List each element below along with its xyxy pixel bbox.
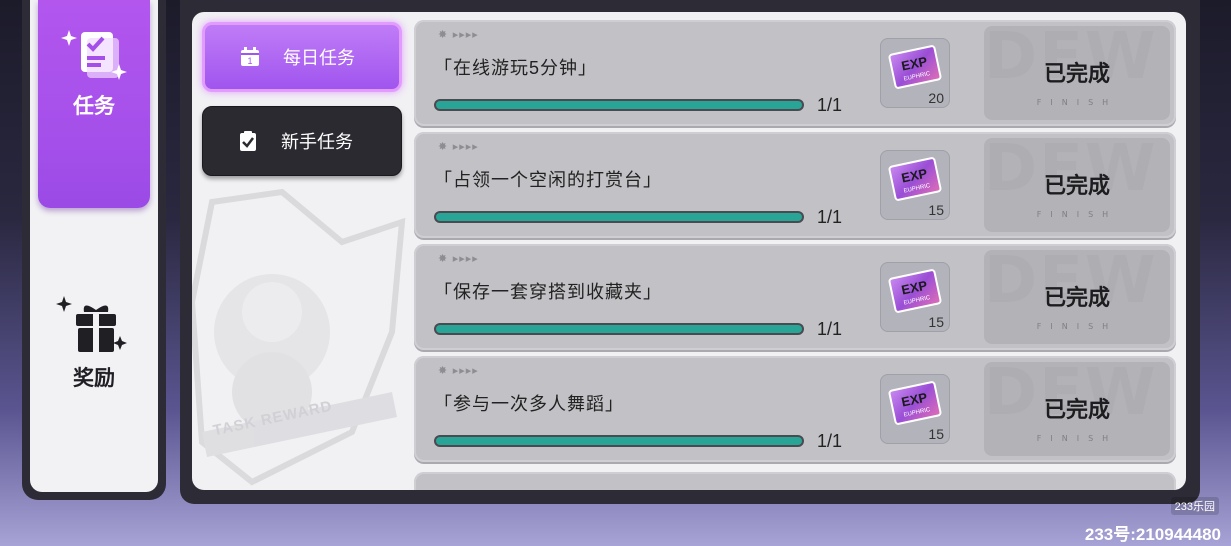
progress-text: 1/1: [817, 95, 843, 115]
completed-label: 已完成: [1043, 173, 1110, 198]
completed-label: 已完成: [1043, 61, 1110, 86]
exp-ticket-icon: EXP EUPHRIC: [888, 381, 942, 425]
reward-item[interactable]: EXP EUPHRIC 20: [880, 38, 950, 108]
sidebar-item-label: 任务: [73, 95, 115, 118]
clipboard-check-icon: [240, 131, 256, 151]
task-card: ✸ ▸▸▸▸ 「占领一个空闲的打赏台」 1/1 EXP EUPHRIC 15 D…: [414, 132, 1176, 238]
reward-count: 15: [928, 202, 944, 218]
progress-text: 1/1: [817, 207, 843, 227]
progress-bar: [434, 323, 804, 335]
tab-label: 新手任务: [281, 132, 353, 152]
sidebar-panel: 任务 奖励: [30, 0, 158, 492]
completed-button[interactable]: DEW 已完成 FINISH: [984, 250, 1170, 344]
task-card: ✸ ▸▸▸▸ 「保存一套穿搭到收藏夹」 1/1 EXP EUPHRIC 15 D…: [414, 244, 1176, 350]
reward-item[interactable]: EXP EUPHRIC 15: [880, 150, 950, 220]
task-card: ✸ ▸▸▸▸ 「在线游玩5分钟」 1/1 EXP EUPHRIC 20 DEW …: [414, 20, 1176, 126]
tab-newbie-tasks[interactable]: 新手任务: [202, 106, 402, 176]
progress-fill: [436, 101, 802, 109]
completed-button[interactable]: DEW 已完成 FINISH: [984, 362, 1170, 456]
progress-bar: [434, 99, 804, 111]
exp-ticket-icon: EXP EUPHRIC: [888, 157, 942, 201]
completed-label: 已完成: [1043, 285, 1110, 310]
sidebar-item-tasks[interactable]: 任务: [38, 0, 150, 208]
task-name: 「保存一套穿搭到收藏夹」: [434, 282, 662, 302]
svg-text:1: 1: [247, 56, 252, 66]
reward-count: 15: [928, 426, 944, 442]
progress-bar: [434, 435, 804, 447]
task-name: 「占领一个空闲的打赏台」: [434, 170, 662, 190]
calendar-icon: 1: [241, 47, 259, 66]
sidebar-item-label: 奖励: [73, 367, 115, 390]
user-id-watermark: 233号:210944480: [1084, 525, 1221, 544]
finish-label: FINISH: [1036, 98, 1118, 107]
task-card: ✸ ▸▸▸▸ 「参与一次多人舞蹈」 1/1 EXP EUPHRIC 15 DEW…: [414, 356, 1176, 462]
progress-fill: [436, 325, 802, 333]
completed-button[interactable]: DEW 已完成 FINISH: [984, 26, 1170, 120]
difficulty-stars: ✸ ▸▸▸▸: [438, 28, 479, 41]
tab-daily-tasks[interactable]: 1 每日任务: [202, 22, 402, 92]
reward-count: 20: [928, 90, 944, 106]
task-list[interactable]: ✸ ▸▸▸▸ 「在线游玩5分钟」 1/1 EXP EUPHRIC 20 DEW …: [414, 20, 1180, 490]
difficulty-stars: ✸ ▸▸▸▸: [438, 252, 479, 265]
exp-ticket-icon: EXP EUPHRIC: [888, 269, 942, 313]
progress-text: 1/1: [817, 319, 843, 339]
sidebar: 任务 奖励: [22, 0, 166, 500]
finish-label: FINISH: [1036, 210, 1118, 219]
progress-fill: [436, 437, 802, 445]
task-name: 「参与一次多人舞蹈」: [434, 394, 624, 414]
task-name: 「在线游玩5分钟」: [434, 58, 598, 78]
task-card-partial: [414, 472, 1176, 490]
gift-icon: [54, 292, 134, 358]
exp-ticket-icon: EXP EUPHRIC: [888, 45, 942, 89]
sidebar-item-rewards[interactable]: 奖励: [38, 292, 150, 412]
tab-label: 每日任务: [283, 48, 355, 68]
progress-fill: [436, 213, 802, 221]
task-reward-emblem: TASK REWARD: [192, 182, 417, 490]
completed-button[interactable]: DEW 已完成 FINISH: [984, 138, 1170, 232]
completed-label: 已完成: [1043, 397, 1110, 422]
brand-watermark: 233乐园: [1170, 497, 1219, 515]
task-clipboard-icon: [59, 26, 129, 86]
reward-item[interactable]: EXP EUPHRIC 15: [880, 374, 950, 444]
reward-item[interactable]: EXP EUPHRIC 15: [880, 262, 950, 332]
progress-bar: [434, 211, 804, 223]
difficulty-stars: ✸ ▸▸▸▸: [438, 364, 479, 377]
finish-label: FINISH: [1036, 434, 1118, 443]
progress-text: 1/1: [817, 431, 843, 451]
task-panel: TASK REWARD 1 每日任务 新手任务 ✸ ▸▸▸▸ 「在线游玩5分钟」…: [192, 12, 1186, 490]
reward-count: 15: [928, 314, 944, 330]
finish-label: FINISH: [1036, 322, 1118, 331]
difficulty-stars: ✸ ▸▸▸▸: [438, 140, 479, 153]
